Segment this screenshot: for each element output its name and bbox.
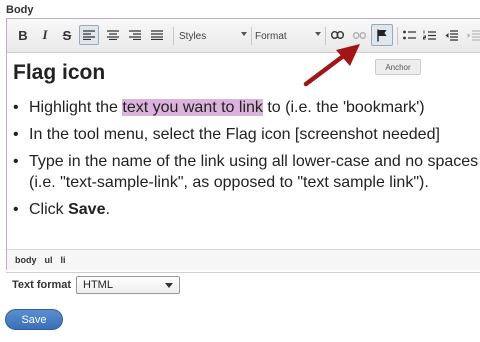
strikethrough-button[interactable]: S (57, 25, 77, 45)
text-format-value: HTML (83, 279, 113, 291)
highlighted-text: text you want to link (122, 99, 263, 116)
editor-content[interactable]: Flag icon Highlight the text you want to… (7, 53, 480, 249)
numbered-list-icon (422, 30, 436, 40)
indent-icon (467, 29, 480, 41)
align-right-button[interactable] (125, 25, 145, 45)
format-dropdown-label: Format (255, 30, 287, 42)
link-icon (330, 31, 344, 39)
element-path-bar: body ul li (7, 249, 480, 270)
indent-button[interactable] (463, 25, 480, 45)
flag-icon (377, 29, 387, 41)
justify-icon (151, 30, 163, 40)
outdent-button[interactable] (441, 25, 461, 45)
bulleted-list-button[interactable] (399, 25, 419, 45)
italic-button[interactable]: I (35, 25, 55, 45)
instruction-list: Highlight the text you want to link to (… (11, 97, 478, 220)
align-center-button[interactable] (103, 25, 123, 45)
numbered-list-button[interactable] (419, 25, 439, 45)
list-item: In the tool menu, select the Flag icon [… (11, 124, 478, 145)
rich-text-editor: B I S Styles Format Anchor Flag icon • H… (6, 18, 480, 270)
text-format-label: Text format (12, 279, 72, 291)
align-right-icon (129, 30, 141, 40)
list-item-text: Type in the name of the link using all l… (29, 153, 479, 170)
chevron-down-icon (241, 32, 247, 36)
annotation-arrow-icon (303, 44, 360, 87)
chevron-down-icon (315, 32, 321, 36)
align-left-button[interactable] (79, 25, 99, 45)
anchor-button[interactable] (371, 24, 393, 46)
bulleted-list-icon (402, 30, 416, 39)
outdent-icon (445, 29, 458, 41)
list-item-text: Highlight the (29, 99, 123, 116)
list-item: Highlight the text you want to link to (… (11, 97, 478, 118)
body-field-label: Body (6, 4, 34, 16)
align-center-icon (107, 30, 119, 40)
editor-toolbar: B I S Styles Format (7, 19, 480, 53)
toolbar-separator (251, 27, 252, 45)
list-item-text: Click (29, 201, 69, 218)
list-item-text: In the tool menu, select the Flag icon [… (29, 126, 440, 143)
list-item: Click Save. (11, 199, 478, 220)
path-item[interactable]: body (15, 255, 37, 265)
list-item-text: (i.e. "text-sample-link", as opposed to … (29, 174, 429, 191)
styles-dropdown[interactable]: Styles (179, 27, 247, 45)
text-format-select[interactable]: HTML (76, 276, 180, 294)
list-item-text: to (i.e. the 'bookmark') (262, 99, 425, 116)
chevron-down-icon (165, 283, 173, 288)
list-item-text: . (105, 201, 110, 218)
justify-button[interactable] (147, 25, 167, 45)
save-button[interactable]: Save (5, 309, 63, 330)
align-left-icon (83, 30, 95, 40)
toolbar-separator (173, 27, 174, 45)
toolbar-separator (397, 27, 398, 45)
content-heading: Flag icon (13, 61, 106, 84)
bold-text: Save (68, 201, 106, 218)
unlink-icon (352, 31, 366, 39)
path-item[interactable]: ul (45, 255, 53, 265)
text-format-row: Text format HTML (6, 272, 480, 298)
bold-button[interactable]: B (13, 25, 33, 45)
list-item: Type in the name of the link using all l… (11, 151, 478, 193)
path-item[interactable]: li (61, 255, 66, 265)
styles-dropdown-label: Styles (179, 30, 207, 42)
